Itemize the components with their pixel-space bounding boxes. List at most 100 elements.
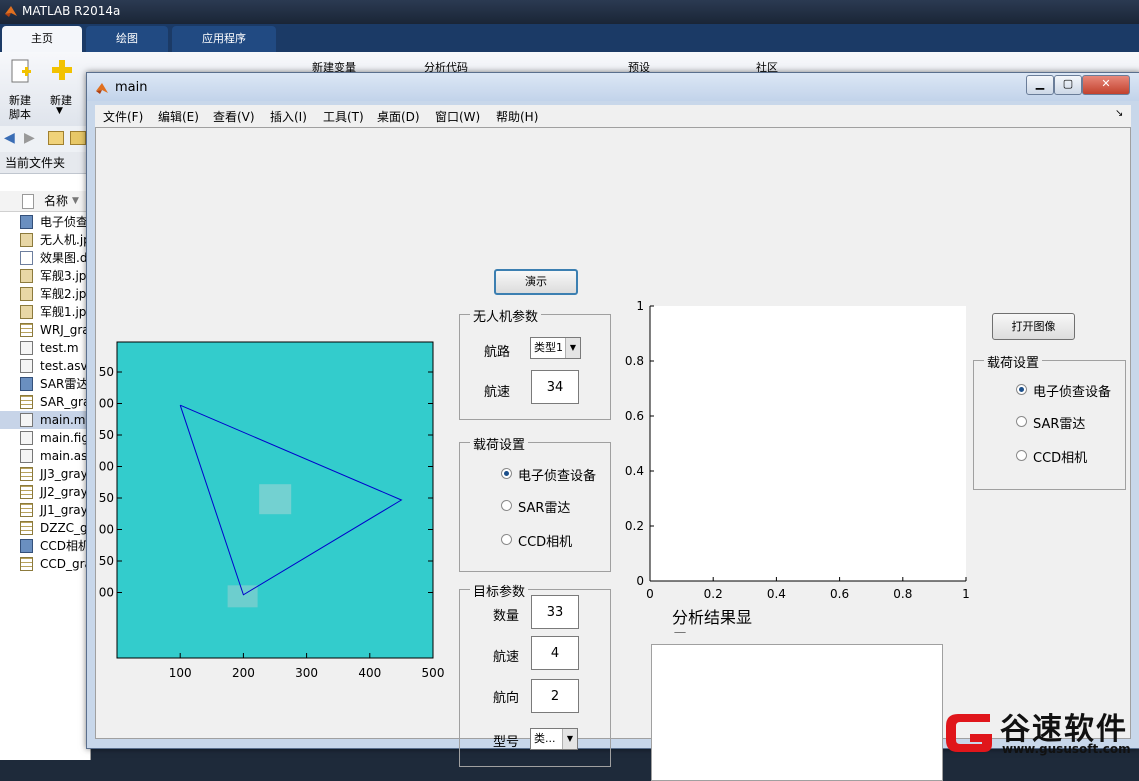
chevron-down-icon[interactable]: ▼	[565, 338, 580, 358]
file-list-item[interactable]: JJ3_gray	[0, 465, 90, 483]
menu-window[interactable]: 窗口(W)	[435, 108, 480, 125]
route-dropdown[interactable]: 类型1 ▼	[530, 337, 581, 359]
menu-desktop[interactable]: 桌面(D)	[377, 108, 420, 125]
file-list-item[interactable]: 军舰3.jp	[0, 267, 90, 285]
menu-help[interactable]: 帮助(H)	[496, 108, 538, 125]
minimize-icon[interactable]: ▁	[1026, 75, 1054, 95]
menu-insert[interactable]: 插入(I)	[270, 108, 307, 125]
file-name: 军舰3.jp	[40, 269, 87, 283]
file-grid-icon	[20, 323, 33, 337]
radio-selected-icon[interactable]	[501, 468, 512, 479]
payload-panel-2-title: 载荷设置	[984, 352, 1043, 371]
close-icon[interactable]: ✕	[1082, 75, 1130, 95]
x-tick-label: 0	[646, 587, 654, 601]
new-script-label-2[interactable]: 脚本	[9, 106, 31, 122]
file-list-item[interactable]: 军舰1.jp	[0, 303, 90, 321]
radio-selected-icon[interactable]	[1016, 384, 1027, 395]
file-grid-icon	[20, 485, 33, 499]
menu-file[interactable]: 文件(F)	[103, 108, 143, 125]
menu-edit[interactable]: 编辑(E)	[158, 108, 199, 125]
maximize-icon[interactable]: ▢	[1054, 75, 1082, 95]
tab-apps[interactable]: 应用程序	[172, 26, 276, 52]
open-image-button[interactable]: 打开图像	[992, 313, 1075, 340]
file-name: WRJ_gra	[40, 323, 90, 337]
file-list-item[interactable]: test.m	[0, 339, 90, 357]
file-list-item[interactable]: 效果图.d	[0, 249, 90, 267]
file-list-item[interactable]: JJ2_gray	[0, 483, 90, 501]
file-list-item[interactable]: 军舰2.jp	[0, 285, 90, 303]
file-mat-icon	[20, 377, 33, 391]
new-script-icon[interactable]	[10, 58, 32, 84]
file-name: 军舰2.jp	[40, 287, 87, 301]
file-list-item[interactable]: CCD_gra	[0, 555, 90, 573]
map-axes[interactable]: 100 200 300 400 500 50 00 50 00 50 00 50 00	[96, 328, 456, 680]
browse-folder-icon[interactable]	[70, 131, 86, 145]
count-input[interactable]: 33	[531, 595, 579, 629]
radio-unselected-icon[interactable]	[501, 500, 512, 511]
file-name: main.m	[40, 413, 86, 427]
y-tick-label: 1	[636, 299, 644, 313]
payload-panel-title: 载荷设置	[470, 434, 529, 453]
tab-plots[interactable]: 绘图	[86, 26, 168, 52]
gui-menubar: 文件(F) 编辑(E) 查看(V) 插入(I) 工具(T) 桌面(D) 窗口(W…	[95, 105, 1131, 127]
y-tick-label: 0.2	[625, 519, 644, 533]
file-name: JJ1_gray	[40, 503, 88, 517]
file-list-item[interactable]: test.asv	[0, 357, 90, 375]
file-list-item[interactable]: main.fig	[0, 429, 90, 447]
file-list-item[interactable]: CCD相机	[0, 537, 90, 555]
x-tick-label: 1	[962, 587, 970, 601]
back-arrow-icon[interactable]: ◀	[4, 130, 15, 146]
radio-unselected-icon[interactable]	[1016, 416, 1027, 427]
file-grid-icon	[20, 467, 33, 481]
watermark-url: www.gususoft.com	[1002, 742, 1131, 756]
file-list-item[interactable]: main.m	[0, 411, 90, 429]
y-tick-label: 00	[99, 586, 114, 600]
new-icon[interactable]	[50, 58, 74, 82]
file-list-item[interactable]: main.as	[0, 447, 90, 465]
analysis-axes[interactable]: 0 0.2 0.4 0.6 0.8 1 0 0.2 0.4 0.6 0.8 1	[622, 296, 972, 606]
file-list-item[interactable]: SAR_gra	[0, 393, 90, 411]
menu-tools[interactable]: 工具(T)	[323, 108, 364, 125]
file-list-item[interactable]: JJ1_gray	[0, 501, 90, 519]
payload-settings-panel: 载荷设置 电子侦查设备 SAR雷达 CCD相机	[459, 434, 611, 572]
heading-input[interactable]: 2	[531, 679, 579, 713]
route-label: 航路	[484, 345, 511, 360]
route-dropdown-value: 类型1	[534, 341, 563, 354]
new-dropdown-icon[interactable]: ▼	[56, 106, 63, 116]
radio-unselected-icon[interactable]	[501, 534, 512, 545]
target-params-panel: 目标参数 数量 33 航速 4 航向 2 型号 类... ▼	[459, 581, 611, 767]
file-grid-icon	[20, 521, 33, 535]
ribbon-tabs: 主页 绘图 应用程序	[0, 24, 1139, 52]
payload-settings-panel-2: 载荷设置 电子侦查设备 SAR雷达 CCD相机	[973, 352, 1126, 490]
file-list-item[interactable]: 电子侦查	[0, 213, 90, 231]
file-name: CCD相机	[40, 539, 90, 553]
radio-unselected-icon[interactable]	[1016, 450, 1027, 461]
menu-view[interactable]: 查看(V)	[213, 108, 255, 125]
target-speed-input[interactable]: 4	[531, 636, 579, 670]
y-tick-label: 50	[99, 428, 114, 442]
forward-arrow-icon[interactable]: ▶	[24, 130, 35, 146]
model-label: 型号	[493, 735, 520, 750]
folder-nav-bar: ◀ ▶	[0, 126, 90, 153]
chevron-down-icon[interactable]: ▼	[562, 729, 577, 749]
file-list-header[interactable]: 名称 ▼	[0, 191, 90, 212]
file-list-item[interactable]: DZZC_gi	[0, 519, 90, 537]
file-mat-icon	[20, 215, 33, 229]
file-name: main.fig	[40, 431, 89, 445]
dock-arrow-icon[interactable]: ↘	[1115, 108, 1123, 119]
file-list-item[interactable]: 无人机.jp	[0, 231, 90, 249]
gui-window-titlebar[interactable]: main ▁ ▢ ✕	[87, 73, 1139, 101]
matlab-title: MATLAB R2014a	[22, 4, 121, 18]
x-tick-label: 100	[169, 666, 192, 680]
name-column-header[interactable]: 名称	[44, 191, 68, 211]
file-list-item[interactable]: WRJ_gra	[0, 321, 90, 339]
up-folder-icon[interactable]	[48, 131, 64, 145]
demo-button[interactable]: 演示	[494, 269, 578, 295]
result-textbox[interactable]	[651, 644, 943, 781]
tab-home[interactable]: 主页	[2, 26, 82, 52]
uav-speed-input[interactable]: 34	[531, 370, 579, 404]
file-name: main.as	[40, 449, 88, 463]
file-list-item[interactable]: SAR雷达	[0, 375, 90, 393]
model-dropdown[interactable]: 类... ▼	[530, 728, 578, 750]
sort-down-icon[interactable]: ▼	[72, 191, 79, 211]
